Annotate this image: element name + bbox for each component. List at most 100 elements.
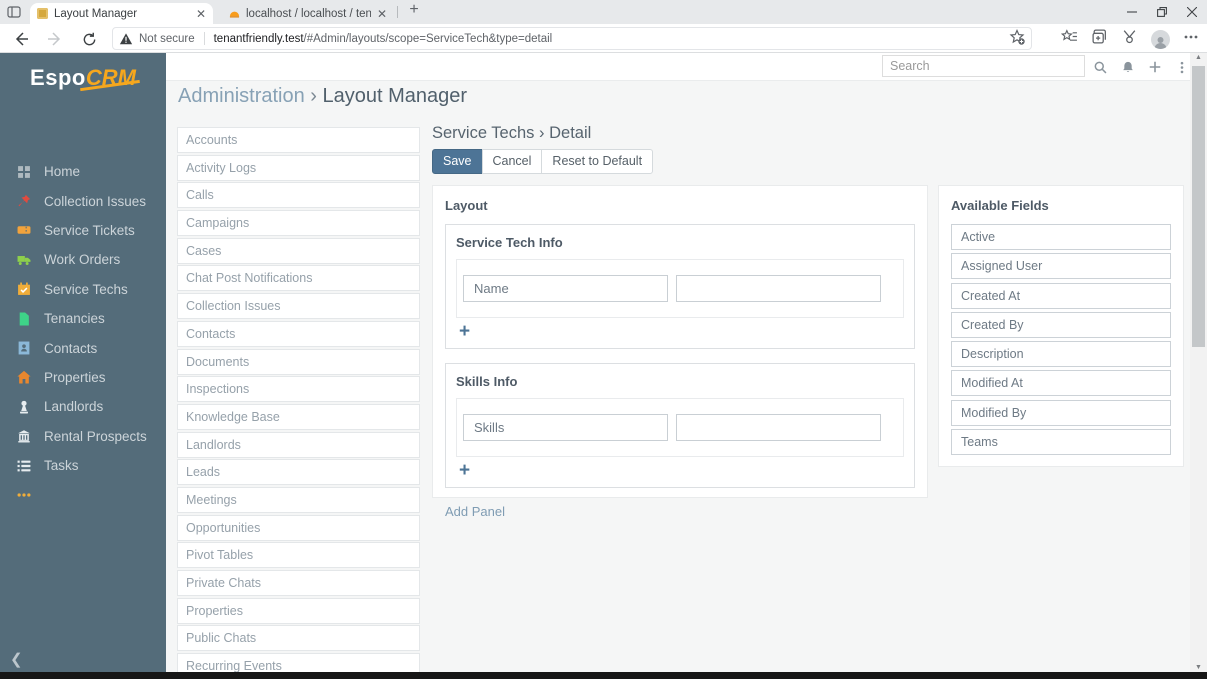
entity-list-item[interactable]: Calls <box>177 182 420 209</box>
browser-tab-active[interactable]: Layout Manager ✕ <box>30 3 213 24</box>
entity-list-item[interactable]: Campaigns <box>177 210 420 237</box>
sidebar-item-rental-prospects[interactable]: Rental Prospects <box>0 422 166 451</box>
building-icon <box>18 430 30 443</box>
search-icon[interactable] <box>1091 58 1109 76</box>
scrollbar-down-arrow[interactable]: ▼ <box>1190 664 1207 671</box>
close-tab-icon[interactable]: ✕ <box>196 7 206 21</box>
browser-essentials-icon[interactable] <box>1121 28 1138 50</box>
favorites-bar-icon[interactable] <box>1060 28 1078 50</box>
entity-list-item[interactable]: Private Chats <box>177 570 420 596</box>
forward-icon[interactable] <box>44 28 66 50</box>
entity-list-item[interactable]: Meetings <box>177 486 420 513</box>
available-field[interactable]: Assigned User <box>951 253 1171 280</box>
entity-list-item[interactable]: Activity Logs <box>177 154 420 181</box>
add-row-button[interactable]: + <box>456 318 470 344</box>
entity-list-item[interactable]: Inspections <box>177 376 420 403</box>
more-icon <box>17 493 31 497</box>
available-field[interactable]: Teams <box>951 429 1171 456</box>
add-panel-link[interactable]: Add Panel <box>445 504 505 519</box>
sidebar-item-label: Service Techs <box>44 281 128 297</box>
layout-cell-skills[interactable]: Skills <box>463 414 668 441</box>
address-bar[interactable]: Not secure tenantfriendly.test/#Admin/la… <box>112 27 1032 50</box>
available-field[interactable]: Created By <box>951 311 1171 338</box>
scrollbar-thumb[interactable] <box>1192 66 1205 347</box>
kebab-menu-icon[interactable] <box>1173 58 1191 76</box>
sidebar-item-tasks[interactable]: Tasks <box>0 451 166 480</box>
scrollbar-up-arrow[interactable]: ▲ <box>1190 54 1207 61</box>
collections-icon[interactable] <box>1091 28 1108 50</box>
tab-title: Layout Manager <box>54 7 138 20</box>
sidebar-item-collection-issues[interactable]: Collection Issues <box>0 186 166 215</box>
espo-content: Administration › Layout Manager Accounts… <box>166 81 1190 679</box>
grid-icon <box>18 165 30 178</box>
entity-list-item[interactable]: Leads <box>177 459 420 486</box>
sidebar-collapse-icon[interactable]: ❮ <box>10 650 23 668</box>
restore-button[interactable] <box>1147 0 1177 24</box>
entity-list-item[interactable]: Contacts <box>177 320 420 347</box>
back-icon[interactable] <box>10 28 32 50</box>
reset-to-default-button[interactable]: Reset to Default <box>541 149 654 174</box>
sidebar-item-more[interactable] <box>0 480 166 509</box>
search-input[interactable] <box>882 55 1085 77</box>
bell-icon[interactable] <box>1119 58 1137 76</box>
entity-list-item[interactable]: Opportunities <box>177 514 420 541</box>
breadcrumb-administration-link[interactable]: Administration <box>178 85 305 107</box>
add-row-button[interactable]: + <box>456 457 470 483</box>
sidebar-item-label: Tasks <box>44 458 79 474</box>
available-field[interactable]: Active <box>951 224 1171 250</box>
sidebar-item-label: Contacts <box>44 340 98 356</box>
tab-title: localhost / localhost / tenantfrie <box>246 7 371 20</box>
close-tab-icon[interactable]: ✕ <box>377 7 387 21</box>
entity-list-item[interactable]: Properties <box>177 597 420 624</box>
espocrm-favicon <box>37 8 48 19</box>
cancel-button[interactable]: Cancel <box>481 149 543 174</box>
available-field[interactable]: Modified By <box>951 399 1171 426</box>
sidebar-item-properties[interactable]: Properties <box>0 363 166 392</box>
pin-icon <box>18 194 31 207</box>
close-window-button[interactable] <box>1177 0 1207 24</box>
entity-list-item[interactable]: Collection Issues <box>177 293 420 320</box>
espo-topbar <box>166 53 1190 81</box>
entity-list-item[interactable]: Landlords <box>177 431 420 458</box>
entity-list-item[interactable]: Accounts <box>177 127 420 153</box>
sidebar-item-landlords[interactable]: Landlords <box>0 392 166 421</box>
sidebar-item-work-orders[interactable]: Work Orders <box>0 245 166 274</box>
page-scrollbar[interactable]: ▲ ▼ <box>1190 53 1207 672</box>
entity-list-item[interactable]: Pivot Tables <box>177 542 420 569</box>
sidebar-item-home[interactable]: Home <box>0 157 166 186</box>
entity-list-item[interactable]: Documents <box>177 348 420 375</box>
breadcrumb-separator: › <box>310 85 317 107</box>
entity-list-item[interactable]: Chat Post Notifications <box>177 265 420 292</box>
espocrm-logo[interactable]: EspoCRM <box>0 65 166 91</box>
entity-list-item[interactable]: Public Chats <box>177 625 420 652</box>
plus-icon[interactable] <box>1146 58 1164 76</box>
refresh-icon[interactable] <box>78 28 100 50</box>
sidebar-item-service-tickets[interactable]: Service Tickets <box>0 216 166 245</box>
add-favorite-icon[interactable] <box>1009 29 1025 48</box>
sidebar-item-service-techs[interactable]: Service Techs <box>0 275 166 304</box>
available-field[interactable]: Modified At <box>951 370 1171 397</box>
not-secure-warning-icon <box>119 32 133 44</box>
available-field[interactable]: Description <box>951 341 1171 368</box>
editor-scope: Service Techs <box>432 124 535 142</box>
layout-panel-skills-info: Skills Info Skills + <box>445 363 915 488</box>
tab-actions-icon[interactable] <box>7 5 21 24</box>
layout-cell-empty[interactable] <box>676 275 881 302</box>
browser-tab-inactive[interactable]: localhost / localhost / tenantfrie ✕ <box>222 3 394 24</box>
entity-list-item[interactable]: Cases <box>177 237 420 264</box>
security-label[interactable]: Not secure <box>139 33 195 45</box>
browser-toolbar-icons <box>1060 28 1199 50</box>
tasks-icon <box>17 460 31 471</box>
sidebar-item-tenancies[interactable]: Tenancies <box>0 304 166 333</box>
new-tab-button[interactable]: + <box>404 1 424 19</box>
available-field[interactable]: Created At <box>951 282 1171 309</box>
profile-avatar[interactable] <box>1151 29 1170 49</box>
sidebar-item-contacts[interactable]: Contacts <box>0 333 166 362</box>
settings-menu-icon[interactable] <box>1183 29 1199 50</box>
save-button[interactable]: Save <box>432 149 483 174</box>
layout-cell-empty[interactable] <box>676 414 881 441</box>
layout-cell-name[interactable]: Name <box>463 275 668 302</box>
minimize-button[interactable] <box>1117 0 1147 24</box>
entity-list-item[interactable]: Knowledge Base <box>177 403 420 430</box>
editor-heading-separator: › <box>539 124 545 142</box>
